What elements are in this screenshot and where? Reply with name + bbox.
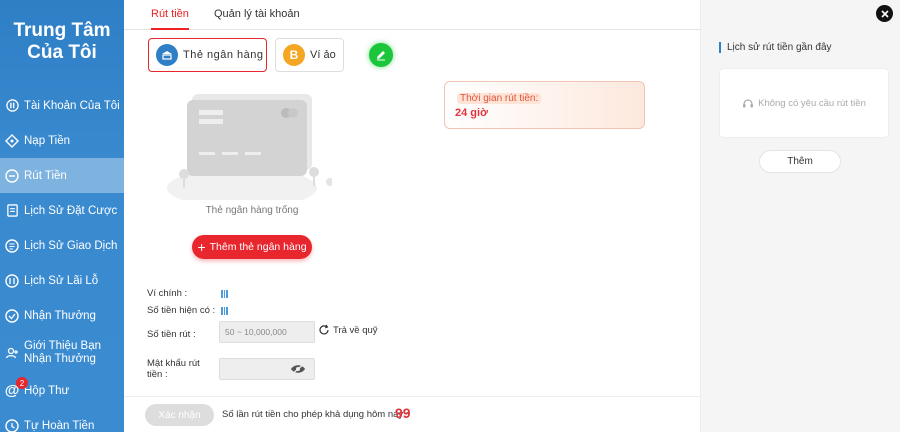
remaining-withdrawals-label: Số lần rút tiền cho phép khả dụng hôm na… xyxy=(222,409,409,420)
sidebar-item-my-account[interactable]: Tài Khoản Của Tôi xyxy=(0,88,124,123)
transaction-history-icon xyxy=(5,238,19,253)
close-button[interactable] xyxy=(876,5,893,22)
withdraw-password-input[interactable] xyxy=(219,358,315,380)
sidebar-item-label: Nạp Tiền xyxy=(24,134,71,147)
withdraw-history-title: Lịch sử rút tiền gần đây xyxy=(719,42,832,53)
sidebar-item-label: Rút Tiền xyxy=(24,169,67,182)
pencil-icon xyxy=(377,51,385,61)
withdraw-password-label-line1: Mật khẩu rút xyxy=(147,358,200,369)
bank-icon xyxy=(156,44,178,66)
rebate-icon xyxy=(5,418,19,433)
sidebar-item-label: Lịch Sử Giao Dịch xyxy=(24,239,118,252)
loading-icon xyxy=(221,307,229,315)
refresh-icon xyxy=(319,324,329,335)
sidebar-item-label: Hộp Thư xyxy=(24,384,70,397)
e-wallet-method-label: Ví ảo xyxy=(310,49,336,61)
sidebar-item-rebate[interactable]: Tự Hoàn Tiền xyxy=(0,408,124,443)
sidebar-item-withdraw[interactable]: Rút Tiền xyxy=(0,158,124,193)
tab-account-management[interactable]: Quản lý tài khoản xyxy=(214,0,300,30)
sidebar-item-label: Giới Thiệu Bạn Nhận Thưởng xyxy=(24,340,102,365)
available-balance-label: Số tiền hiện có : xyxy=(147,305,216,316)
withdraw-time-value: 24 giờ xyxy=(455,107,488,119)
sidebar: Trung Tâm Của Tôi Tài Khoản Của Tôi Nạp … xyxy=(0,0,124,433)
withdraw-password-label: Mật khẩu rút tiền : xyxy=(147,358,200,380)
sidebar-item-deposit[interactable]: Nạp Tiền xyxy=(0,123,124,158)
return-to-fund-label: Trả về quỹ xyxy=(333,324,378,336)
plus-icon: + xyxy=(197,239,206,255)
mailbox-badge: 2 xyxy=(16,377,28,389)
withdraw-history-empty: Không có yêu cầu rút tiền xyxy=(719,68,889,138)
sidebar-item-label: Lịch Sử Đặt Cược xyxy=(24,204,118,217)
empty-bank-card-label: Thẻ ngân hàng trống xyxy=(205,205,299,216)
withdraw-password-label-line2: tiền : xyxy=(147,369,168,380)
profit-loss-icon xyxy=(5,273,19,288)
sidebar-item-label: Tài Khoản Của Tôi xyxy=(24,99,120,112)
loading-icon xyxy=(221,290,229,298)
withdraw-time-box: Thời gian rút tiền: 24 giờ xyxy=(444,81,645,129)
empty-bank-card-illustration xyxy=(152,90,334,208)
bank-card-method-label: Thẻ ngân hàng xyxy=(183,49,264,61)
withdraw-time-label: Thời gian rút tiền: xyxy=(457,93,542,104)
withdraw-icon xyxy=(5,168,19,183)
sidebar-title-line1: Trung Tâm xyxy=(13,20,111,41)
bank-card-method-button[interactable]: Thẻ ngân hàng xyxy=(148,38,267,72)
reward-icon xyxy=(5,308,19,323)
return-to-fund-button[interactable]: Trả về quỹ xyxy=(318,324,378,336)
bitcoin-icon: B xyxy=(283,44,305,66)
withdraw-amount-label: Số tiền rút : xyxy=(147,329,196,340)
add-bank-card-button[interactable]: + Thêm thẻ ngân hàng xyxy=(192,235,312,259)
withdraw-amount-input[interactable]: 50 ~ 10,000,000 xyxy=(219,321,315,343)
tab-withdraw[interactable]: Rút tiền xyxy=(151,0,189,30)
sidebar-item-mailbox[interactable]: @ 2 Hộp Thư xyxy=(0,373,124,408)
eye-closed-icon[interactable] xyxy=(290,363,306,378)
more-button[interactable]: Thêm xyxy=(759,150,841,173)
sidebar-item-profit-loss[interactable]: Lịch Sử Lãi Lỗ xyxy=(0,263,124,298)
sidebar-item-bet-history[interactable]: Lịch Sử Đặt Cược xyxy=(0,193,124,228)
e-wallet-method-button[interactable]: B Ví ảo xyxy=(275,38,344,72)
sidebar-item-label: Lịch Sử Lãi Lỗ xyxy=(24,274,99,287)
sidebar-title: Trung Tâm Của Tôi xyxy=(0,0,124,88)
referral-icon xyxy=(5,346,19,360)
sidebar-item-transaction-history[interactable]: Lịch Sử Giao Dịch xyxy=(0,228,124,263)
account-icon xyxy=(5,99,19,113)
deposit-icon xyxy=(5,133,19,148)
add-bank-card-label: Thêm thẻ ngân hàng xyxy=(209,241,307,253)
sidebar-title-line2: Của Tôi xyxy=(27,42,97,63)
form-footer: Xác nhận Số lần rút tiền cho phép khả dụ… xyxy=(124,396,700,432)
bet-history-icon xyxy=(5,204,19,218)
sidebar-item-reward[interactable]: Nhận Thưởng xyxy=(0,298,124,333)
headset-icon xyxy=(743,99,754,108)
confirm-button[interactable]: Xác nhận xyxy=(145,404,214,426)
sidebar-item-referral[interactable]: Giới Thiệu Bạn Nhận Thưởng xyxy=(0,333,124,373)
sidebar-item-label: Tự Hoàn Tiền xyxy=(24,419,95,432)
main-wallet-label: Ví chính : xyxy=(147,288,188,299)
tab-bar: Rút tiền Quản lý tài khoản xyxy=(124,0,700,30)
withdraw-history-panel: Lịch sử rút tiền gần đây Không có yêu cầ… xyxy=(700,0,900,432)
edit-button[interactable] xyxy=(369,43,393,67)
remaining-withdrawals-value: 99 xyxy=(395,405,411,421)
sidebar-item-label: Nhận Thưởng xyxy=(24,309,96,322)
withdraw-history-empty-label: Không có yêu cầu rút tiền xyxy=(758,97,866,109)
close-icon xyxy=(880,9,889,18)
